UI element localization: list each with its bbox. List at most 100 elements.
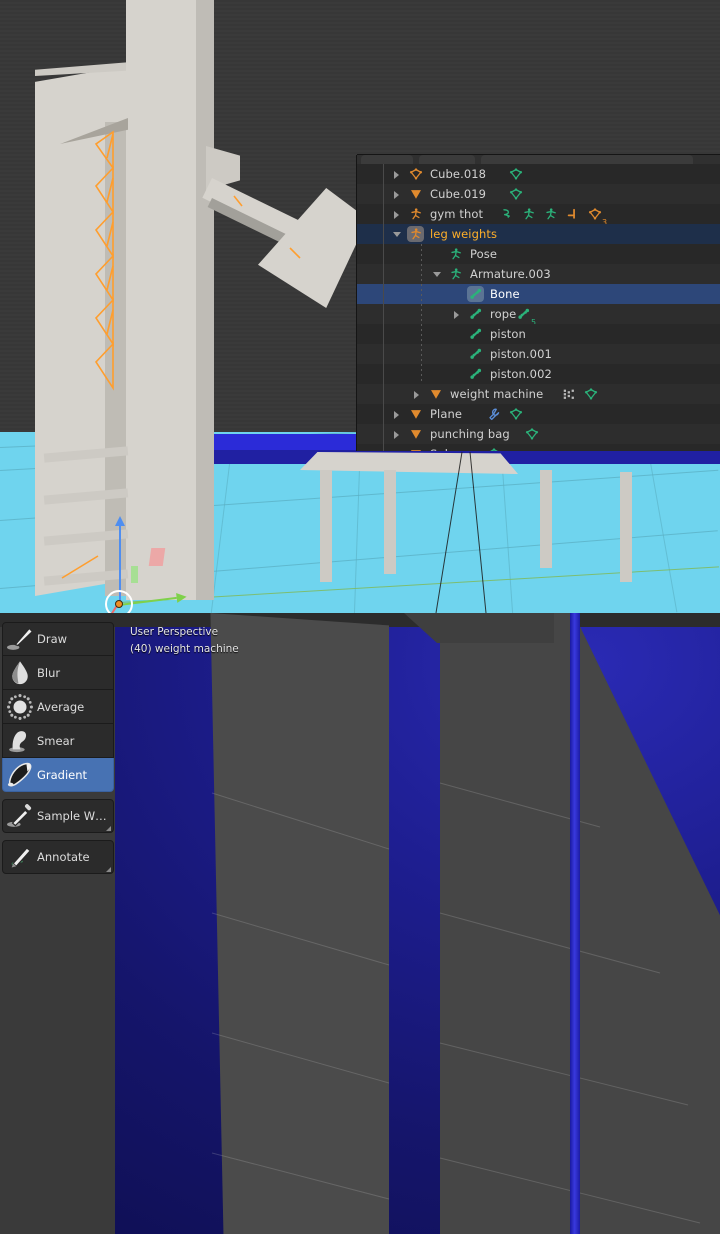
tool-button-label: Sample W… bbox=[37, 809, 107, 823]
outliner-row-piston-001[interactable]: piston.001 bbox=[357, 344, 720, 364]
outliner-editor[interactable]: Cube.018 Cube.019 gym thot 3 leg weights Pose… bbox=[357, 155, 720, 451]
expand-corner-icon[interactable] bbox=[106, 826, 111, 831]
outliner-row-label: weight machine bbox=[450, 387, 544, 401]
mesh-data-icon[interactable] bbox=[588, 207, 602, 221]
mesh-data-icon[interactable] bbox=[509, 167, 523, 181]
disclosure-triangle-icon[interactable] bbox=[391, 184, 403, 204]
disclosure-triangle-icon[interactable] bbox=[391, 164, 403, 184]
hierarchy-guide bbox=[421, 344, 422, 364]
gizmo-plane-yz[interactable] bbox=[131, 566, 138, 583]
editor-tab[interactable] bbox=[481, 155, 693, 164]
outliner-row-bone[interactable]: Bone bbox=[357, 284, 720, 304]
tool-button-draw[interactable]: Draw bbox=[2, 622, 114, 656]
editor-tab[interactable] bbox=[361, 155, 413, 164]
outliner-tree[interactable]: Cube.018 Cube.019 gym thot 3 leg weights Pose… bbox=[357, 164, 720, 451]
tool-button-label: Draw bbox=[37, 632, 68, 646]
bone-icon[interactable] bbox=[469, 327, 483, 341]
disclosure-triangle-icon[interactable] bbox=[431, 264, 443, 284]
animation-action-icon[interactable] bbox=[500, 207, 514, 221]
bone-icon[interactable] bbox=[517, 307, 531, 321]
outliner-row-gym-thot[interactable]: gym thot 3 bbox=[357, 204, 720, 227]
outliner-header-tabs bbox=[357, 155, 720, 164]
armature-data-icon[interactable] bbox=[449, 267, 463, 281]
outliner-row-sphere[interactable]: Sphere bbox=[357, 444, 720, 451]
pose-icon[interactable] bbox=[522, 207, 536, 221]
tool-group: Draw Blur Average Smear Gradient bbox=[2, 622, 114, 792]
armature-object-icon[interactable] bbox=[407, 226, 424, 242]
mesh-data-icon[interactable] bbox=[487, 447, 501, 451]
outliner-row-cube-019[interactable]: Cube.019 bbox=[357, 184, 720, 204]
bone-constraint-icon[interactable] bbox=[566, 207, 580, 221]
expand-corner-icon[interactable] bbox=[106, 867, 111, 872]
outliner-row-piston[interactable]: piston bbox=[357, 324, 720, 344]
outliner-row-label: Cube.018 bbox=[430, 167, 487, 181]
hierarchy-guide bbox=[383, 164, 384, 451]
outliner-row-label: Plane bbox=[430, 407, 463, 421]
disclosure-triangle-icon[interactable] bbox=[451, 304, 463, 324]
bone-icon[interactable] bbox=[469, 347, 483, 361]
tool-button-sample-w[interactable]: Sample W… bbox=[2, 799, 114, 833]
mesh-object-icon[interactable] bbox=[409, 187, 423, 201]
mesh-data-icon[interactable] bbox=[525, 427, 539, 441]
mesh-data-icon[interactable] bbox=[409, 167, 423, 181]
tool-button-label: Smear bbox=[37, 733, 75, 748]
outliner-row-pose[interactable]: Pose bbox=[357, 244, 720, 264]
outliner-row-label: Cube.019 bbox=[430, 187, 487, 201]
hierarchy-guide bbox=[421, 264, 422, 284]
outliner-row-label: punching bag bbox=[430, 427, 510, 441]
disclosure-triangle-icon[interactable] bbox=[411, 384, 423, 404]
blender-window: Cube.018 Cube.019 gym thot 3 leg weights Pose… bbox=[0, 0, 720, 1234]
outliner-row-punching-bag[interactable]: punching bag bbox=[357, 424, 720, 444]
gradient-icon bbox=[3, 759, 37, 791]
mesh-data-icon[interactable] bbox=[509, 187, 523, 201]
tool-button-smear[interactable]: Smear bbox=[2, 724, 114, 758]
droplet-icon bbox=[3, 657, 37, 689]
outliner-row-label: piston.001 bbox=[490, 347, 552, 361]
modifier-icon[interactable] bbox=[562, 387, 576, 401]
outliner-row-label: leg weights bbox=[430, 227, 498, 241]
outliner-row-plane[interactable]: Plane bbox=[357, 404, 720, 424]
outliner-row-leg-weights[interactable]: leg weights bbox=[357, 224, 720, 244]
outliner-row-label: piston bbox=[490, 327, 526, 341]
outliner-row-weight-machine[interactable]: weight machine bbox=[357, 384, 720, 404]
mesh-object-icon[interactable] bbox=[409, 407, 423, 421]
tool-panel[interactable]: Draw Blur Average Smear Gradient Sample W… Ann… bbox=[2, 622, 114, 881]
tool-button-label: Average bbox=[37, 699, 85, 714]
tool-button-average[interactable]: Average bbox=[2, 690, 114, 724]
outliner-row-label: rope bbox=[490, 307, 517, 321]
outliner-row-label: Armature.003 bbox=[470, 267, 551, 281]
outliner-row-rope[interactable]: rope 5 bbox=[357, 304, 720, 327]
bone-icon[interactable] bbox=[467, 286, 484, 302]
disclosure-triangle-icon[interactable] bbox=[391, 204, 403, 224]
average-icon bbox=[3, 691, 37, 723]
physics-wrench-icon[interactable] bbox=[487, 407, 501, 421]
mesh-data-icon[interactable] bbox=[584, 387, 598, 401]
editor-tab[interactable] bbox=[419, 155, 475, 164]
tool-button-annotate[interactable]: Annotate bbox=[2, 840, 114, 874]
armature-object-icon[interactable] bbox=[409, 207, 423, 221]
disclosure-triangle-icon[interactable] bbox=[391, 404, 403, 424]
eyedropper-icon bbox=[3, 800, 37, 832]
mesh-object-icon[interactable] bbox=[429, 387, 443, 401]
outliner-row-piston-002[interactable]: piston.002 bbox=[357, 364, 720, 384]
disclosure-triangle-icon[interactable] bbox=[391, 224, 403, 244]
gizmo-origin[interactable] bbox=[115, 600, 123, 608]
mesh-object-icon[interactable] bbox=[409, 427, 423, 441]
armature-data-icon[interactable] bbox=[544, 207, 558, 221]
disclosure-triangle-icon[interactable] bbox=[391, 444, 403, 451]
hierarchy-guide bbox=[421, 244, 422, 264]
outliner-row-cube-018[interactable]: Cube.018 bbox=[357, 164, 720, 184]
bone-icon[interactable] bbox=[469, 367, 483, 381]
outliner-row-label: gym thot bbox=[430, 207, 484, 221]
hierarchy-guide bbox=[421, 324, 422, 344]
outliner-row-armature-003[interactable]: Armature.003 bbox=[357, 264, 720, 284]
bone-icon[interactable] bbox=[469, 307, 483, 321]
gizmo-plane-xy[interactable] bbox=[148, 548, 166, 566]
pose-icon[interactable] bbox=[449, 247, 463, 261]
tool-button-blur[interactable]: Blur bbox=[2, 656, 114, 690]
disclosure-triangle-icon[interactable] bbox=[391, 424, 403, 444]
viewport-info-overlay: User Perspective (40) weight machine bbox=[130, 624, 239, 658]
tool-button-gradient[interactable]: Gradient bbox=[2, 758, 114, 792]
mesh-object-icon[interactable] bbox=[409, 447, 423, 451]
mesh-data-icon[interactable] bbox=[509, 407, 523, 421]
